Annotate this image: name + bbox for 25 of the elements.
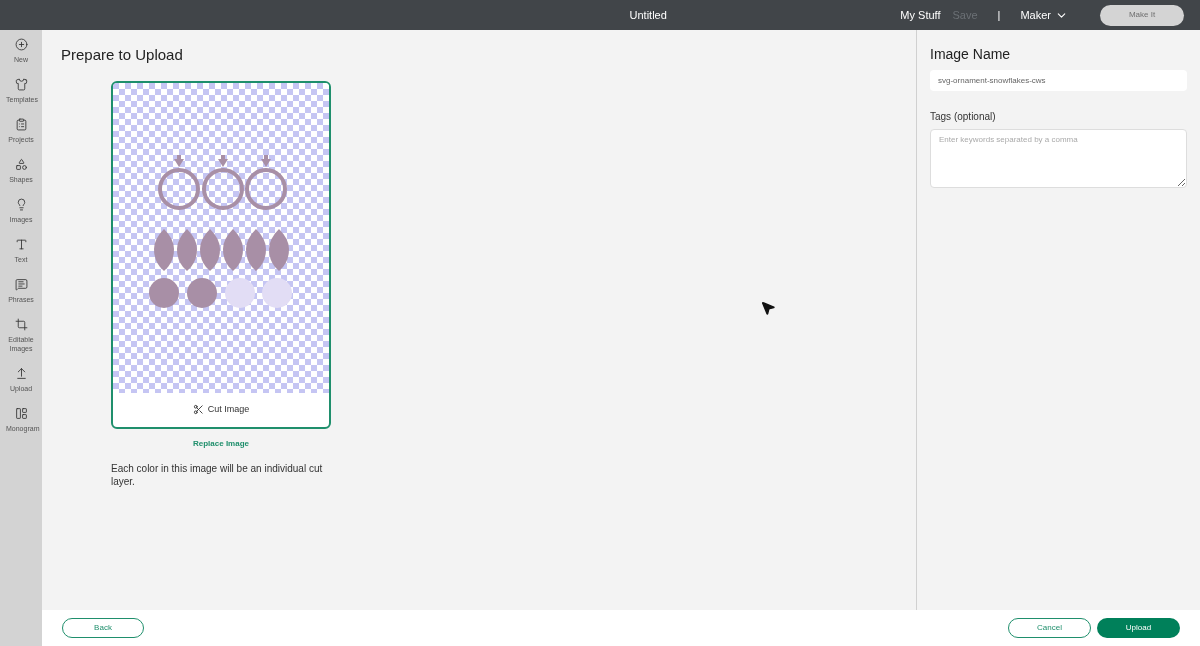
text-icon bbox=[14, 238, 28, 251]
project-title: Untitled bbox=[629, 7, 667, 23]
make-it-button: Make It bbox=[1100, 4, 1184, 26]
shapes-icon bbox=[14, 158, 28, 171]
image-name-label: Image Name bbox=[930, 45, 1012, 64]
crop-icon bbox=[14, 318, 28, 331]
panel-grid-icon bbox=[14, 407, 28, 420]
tags-field[interactable]: Enter keywords separated by a comma bbox=[930, 129, 1187, 188]
mouse-pointer-icon bbox=[760, 300, 776, 316]
upload-button[interactable]: Upload bbox=[1097, 618, 1180, 638]
upload-icon bbox=[14, 367, 28, 380]
clipboard-icon bbox=[14, 118, 28, 131]
speech-bubble-icon bbox=[14, 278, 28, 291]
scissors-icon bbox=[192, 404, 204, 415]
tags-label: Tags (optional) bbox=[930, 110, 997, 124]
separator: | bbox=[997, 7, 1001, 23]
top-link[interactable]: My Stuff bbox=[900, 6, 941, 24]
page-heading: Prepare to Upload bbox=[61, 45, 184, 65]
machine-dropdown[interactable]: Maker bbox=[1020, 6, 1068, 24]
shirt-icon bbox=[14, 78, 28, 91]
replace-image-link[interactable]: Replace Image bbox=[111, 437, 331, 450]
cut-image-option[interactable]: Cut Image bbox=[113, 392, 329, 427]
cut-layer-note: Each color in this image will be an individual cut layer. bbox=[111, 461, 324, 488]
plus-circle-icon bbox=[14, 38, 28, 51]
image-name-field[interactable]: svg-ornament-snowflakes-cws bbox=[930, 70, 1187, 91]
